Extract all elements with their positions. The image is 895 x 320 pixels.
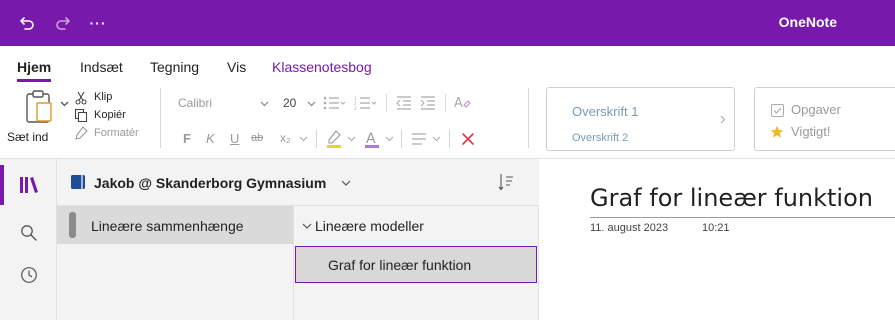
align-chevron-icon[interactable] [430, 133, 442, 145]
decrease-indent-icon[interactable] [394, 94, 414, 112]
divider [449, 130, 450, 148]
sections-pane: Lineære sammenhænge [57, 206, 294, 320]
font-size-chevron-icon[interactable] [305, 98, 317, 110]
styles-next-chevron-icon[interactable] [717, 112, 729, 126]
page-title[interactable]: Graf for lineær funktion [590, 184, 873, 212]
tag-todo[interactable]: Opgaver [791, 102, 841, 117]
subscript-button[interactable]: x₂ [280, 131, 291, 145]
cut-button[interactable]: Klip [94, 91, 112, 103]
font-name-select[interactable]: Calibri [178, 96, 212, 110]
ribbon-tabs: Hjem Indsæt Tegning Vis Klassenotesbog [0, 46, 895, 82]
svg-text:3: 3 [354, 106, 357, 110]
strikethrough-button[interactable]: ab [251, 132, 263, 144]
increase-indent-icon[interactable] [418, 94, 438, 112]
recent-clock-icon[interactable] [0, 257, 57, 293]
paste-button-label[interactable]: Sæt ind [7, 130, 48, 144]
numbered-list-icon[interactable]: 123 [352, 94, 378, 112]
section-item[interactable]: Lineære sammenhænge [57, 206, 293, 244]
tags-gallery[interactable]: Opgaver Vigtigt! [754, 87, 895, 151]
delete-icon[interactable] [458, 130, 478, 148]
style-heading-2[interactable]: Overskrift 2 [572, 132, 628, 144]
search-icon[interactable] [0, 215, 57, 251]
tab-draw[interactable]: Tegning [150, 59, 199, 75]
notebooks-icon[interactable] [0, 165, 57, 205]
italic-button[interactable]: K [206, 131, 215, 146]
scissors-icon[interactable] [72, 90, 90, 106]
section-group-label[interactable]: Lineære modeller [315, 218, 424, 234]
clear-formatting-icon[interactable]: A [452, 93, 472, 113]
page-date: 11. august 2023 [590, 222, 669, 234]
format-painter-icon[interactable] [72, 125, 90, 141]
notebook-icon [69, 173, 87, 191]
redo-icon[interactable] [50, 10, 76, 36]
ribbon-toolbar: Sæt ind Klip Kopiér Formatér Calibri 20 … [0, 80, 895, 158]
notebook-chevron-down-icon[interactable] [339, 177, 353, 189]
font-size-select[interactable]: 20 [283, 96, 296, 110]
page-item[interactable]: Graf for lineær funktion [295, 246, 537, 283]
font-color-icon[interactable]: A [362, 128, 382, 150]
paste-icon[interactable] [20, 86, 60, 128]
divider [401, 130, 402, 148]
sort-icon[interactable] [495, 171, 517, 193]
svg-text:A: A [454, 96, 463, 111]
divider [528, 88, 529, 148]
subscript-chevron-icon[interactable] [297, 133, 309, 145]
paste-dropdown-chevron-icon[interactable] [58, 98, 70, 110]
page-item-label: Graf for lineær funktion [328, 257, 472, 273]
undo-icon[interactable] [14, 10, 40, 36]
divider [386, 94, 387, 112]
styles-gallery[interactable]: Overskrift 1 Overskrift 2 [546, 87, 735, 151]
section-tab-color [69, 212, 76, 238]
app-title: OneNote [778, 14, 837, 30]
notebook-name[interactable]: Jakob @ Skanderborg Gymnasium [94, 175, 326, 191]
pages-pane: Lineære modeller Graf for lineær funktio… [294, 206, 539, 320]
notebook-header[interactable]: Jakob @ Skanderborg Gymnasium [57, 159, 539, 206]
underline-button[interactable]: U [230, 131, 239, 146]
highlighter-chevron-icon[interactable] [345, 133, 357, 145]
bullet-list-icon[interactable] [321, 94, 347, 112]
style-heading-1[interactable]: Overskrift 1 [572, 104, 638, 119]
font-color-chevron-icon[interactable] [383, 133, 395, 145]
tab-home[interactable]: Hjem [17, 59, 52, 82]
title-bar: ··· OneNote [0, 0, 895, 46]
page-title-underline [590, 217, 895, 218]
tag-important[interactable]: Vigtigt! [791, 124, 831, 139]
highlighter-icon[interactable] [324, 128, 344, 150]
page-time: 10:21 [702, 222, 730, 234]
tab-insert[interactable]: Indsæt [80, 59, 123, 75]
more-options-button[interactable]: ··· [84, 10, 112, 36]
copy-button[interactable]: Kopiér [94, 109, 126, 121]
tab-class-notebook[interactable]: Klassenotesbog [272, 59, 372, 75]
divider [160, 88, 161, 148]
divider [445, 94, 446, 112]
page-canvas[interactable]: Graf for lineær funktion 11. august 2023… [539, 159, 895, 320]
section-group-chevron-icon[interactable] [301, 221, 313, 231]
bold-button[interactable]: F [183, 131, 191, 146]
format-painter-button[interactable]: Formatér [94, 127, 139, 139]
tab-view[interactable]: Vis [227, 59, 246, 75]
navigation-rail [0, 159, 57, 320]
font-name-chevron-icon[interactable] [258, 98, 270, 110]
copy-icon[interactable] [72, 107, 90, 123]
divider [316, 130, 317, 148]
checkbox-icon [769, 102, 785, 118]
svg-text:A: A [366, 131, 376, 147]
star-icon [769, 124, 785, 140]
section-label: Lineære sammenhænge [91, 218, 244, 234]
align-icon[interactable] [409, 130, 429, 148]
